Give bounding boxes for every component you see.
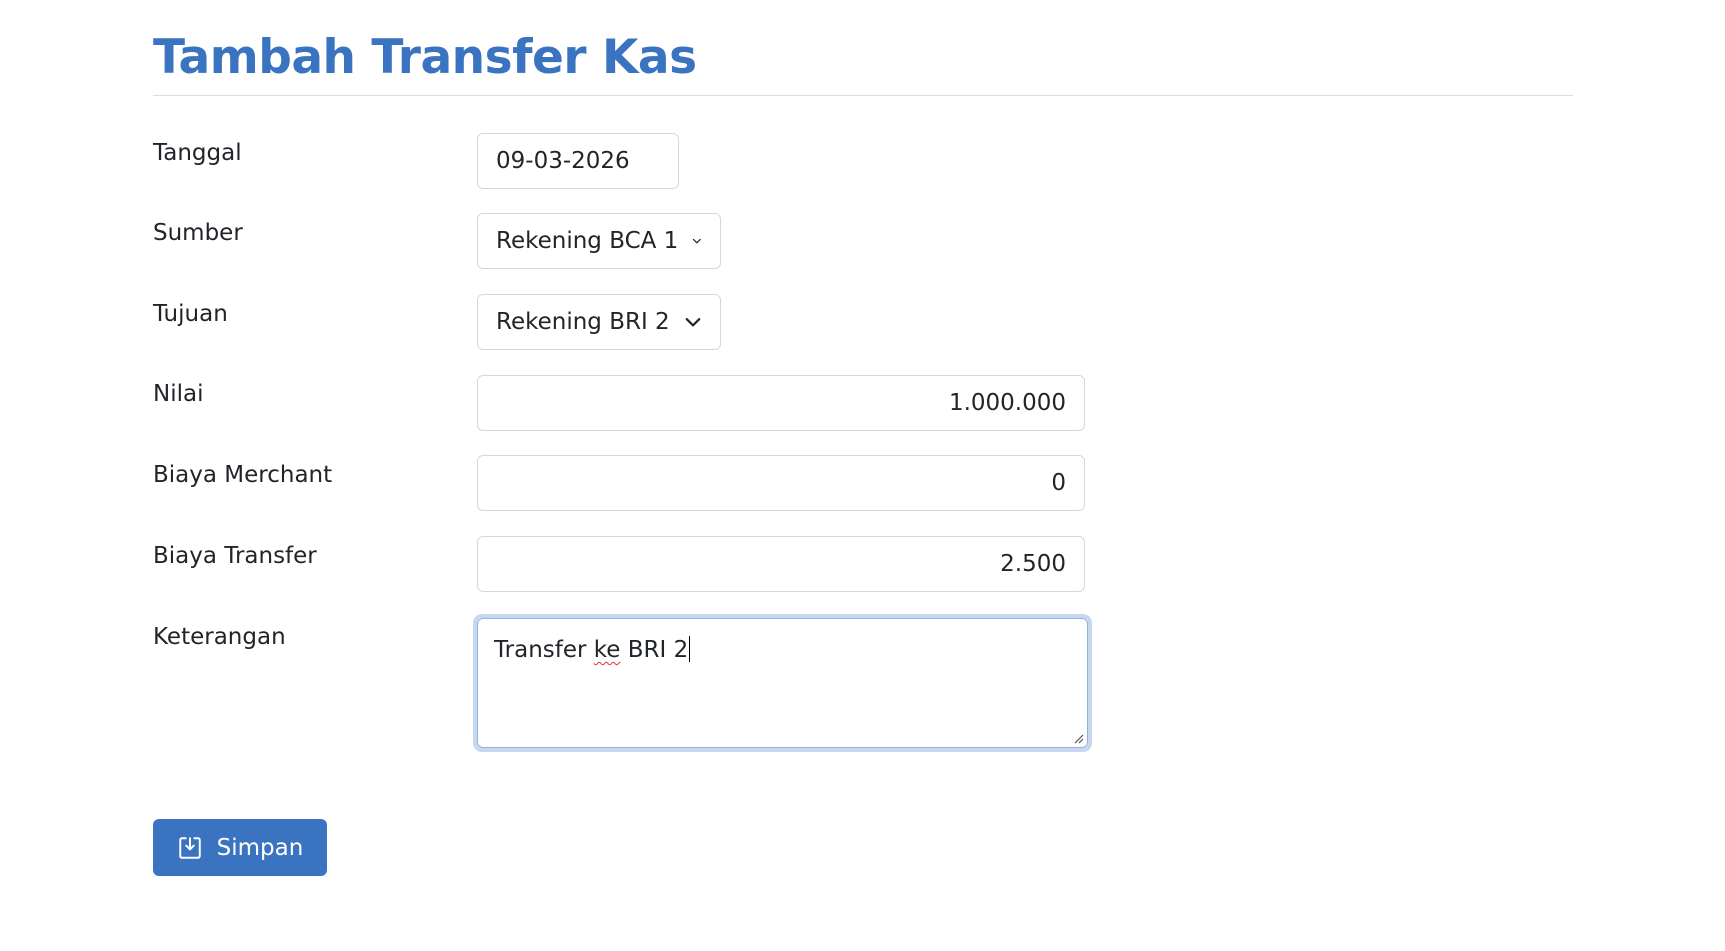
tujuan-label: Tujuan bbox=[153, 301, 228, 327]
save-button[interactable]: Simpan bbox=[153, 819, 327, 876]
sumber-select[interactable]: Rekening BCA 1 bbox=[477, 213, 721, 269]
nilai-input[interactable]: 1.000.000 bbox=[477, 375, 1085, 431]
tujuan-value: Rekening BRI 2 bbox=[496, 309, 670, 335]
biaya-transfer-value: 2.500 bbox=[1000, 551, 1066, 577]
spelling-error-word: ke bbox=[593, 637, 621, 663]
biaya-transfer-input[interactable]: 2.500 bbox=[477, 536, 1085, 592]
keterangan-textarea[interactable]: Transfer ke BRI 2 bbox=[473, 614, 1092, 752]
transfer-kas-page: Tambah Transfer Kas Tanggal 09-03-2026 S… bbox=[0, 0, 1725, 951]
biaya-transfer-label: Biaya Transfer bbox=[153, 543, 317, 569]
keterangan-text: Transfer ke BRI 2 bbox=[477, 618, 1088, 748]
title-divider bbox=[153, 95, 1573, 96]
biaya-merchant-value: 0 bbox=[1051, 470, 1066, 496]
resize-handle-icon[interactable] bbox=[1072, 732, 1084, 744]
tanggal-value: 09-03-2026 bbox=[496, 148, 630, 174]
keterangan-text-part: BRI 2 bbox=[620, 637, 689, 663]
page-title: Tambah Transfer Kas bbox=[153, 30, 697, 85]
biaya-merchant-label: Biaya Merchant bbox=[153, 462, 333, 488]
sumber-value: Rekening BCA 1 bbox=[496, 228, 679, 254]
text-caret bbox=[689, 636, 691, 662]
chevron-down-icon bbox=[685, 318, 701, 327]
tujuan-select[interactable]: Rekening BRI 2 bbox=[477, 294, 721, 350]
tanggal-input[interactable]: 09-03-2026 bbox=[477, 133, 679, 189]
keterangan-text-part: Transfer bbox=[494, 637, 594, 663]
nilai-value: 1.000.000 bbox=[948, 390, 1066, 416]
save-download-icon bbox=[178, 836, 201, 859]
keterangan-label: Keterangan bbox=[153, 624, 286, 650]
save-button-label: Simpan bbox=[216, 834, 304, 861]
chevron-down-icon bbox=[693, 238, 702, 244]
nilai-label: Nilai bbox=[153, 381, 204, 407]
tanggal-label: Tanggal bbox=[153, 140, 242, 166]
biaya-merchant-input[interactable]: 0 bbox=[477, 455, 1085, 511]
sumber-label: Sumber bbox=[153, 220, 243, 246]
